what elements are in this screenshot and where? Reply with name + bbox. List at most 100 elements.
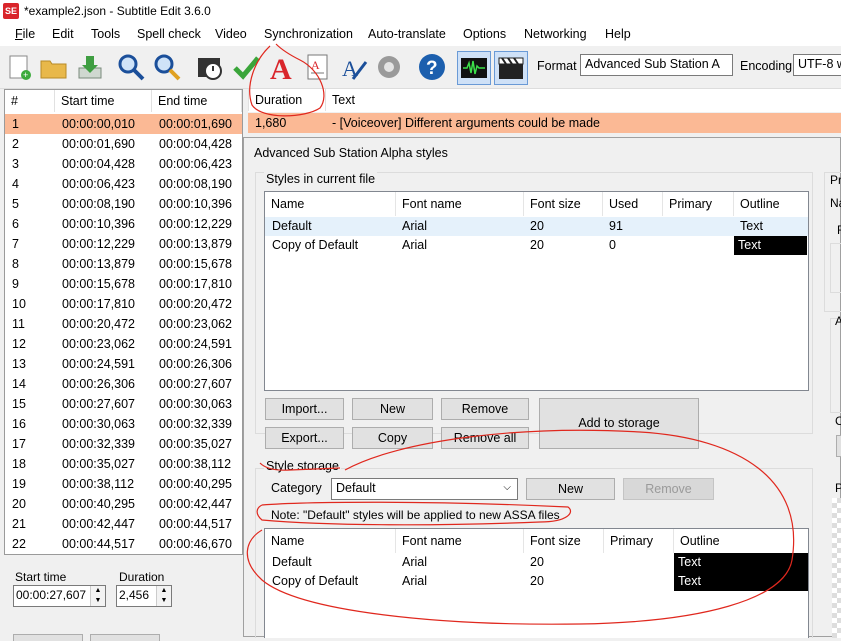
grid-header-duration[interactable]: Duration xyxy=(248,89,326,111)
video-icon[interactable] xyxy=(494,51,528,85)
table-row[interactable]: 4 00:00:06,423 00:00:08,190 xyxy=(5,174,242,194)
download-icon[interactable] xyxy=(74,51,106,83)
export-button[interactable]: Export... xyxy=(265,427,344,449)
visual-sync-icon[interactable] xyxy=(194,51,226,83)
current-styles-list[interactable]: Name Font name Font size Used Primary Ou… xyxy=(264,191,809,391)
format-select[interactable]: Advanced Sub Station A xyxy=(580,54,733,76)
grid-header-number[interactable]: # xyxy=(5,90,55,112)
grid-header-end[interactable]: End time xyxy=(152,90,242,112)
col-name[interactable]: Name xyxy=(265,529,396,553)
style-outline: Text xyxy=(674,572,808,591)
storage-new-button[interactable]: New xyxy=(526,478,615,500)
row-end-time: 00:00:24,591 xyxy=(159,337,232,351)
table-row[interactable]: 17 00:00:32,339 00:00:35,027 xyxy=(5,434,242,454)
col-name[interactable]: Name xyxy=(265,192,396,216)
table-row[interactable]: 11 00:00:20,472 00:00:23,062 xyxy=(5,314,242,334)
table-row[interactable]: 10 00:00:17,810 00:00:20,472 xyxy=(5,294,242,314)
style-size: 20 xyxy=(530,219,544,233)
storage-row[interactable]: Copy of Default Arial 20 Text xyxy=(265,572,808,591)
remove-style-button[interactable]: Remove xyxy=(441,398,529,420)
style-name: Default xyxy=(272,555,312,569)
storage-styles-list[interactable]: Name Font name Font size Primary Outline… xyxy=(264,528,809,638)
copy-style-button[interactable]: Copy xyxy=(352,427,433,449)
row-start-time: 00:00:00,010 xyxy=(62,117,135,131)
text-file-icon[interactable]: A xyxy=(302,51,334,83)
remove-all-button[interactable]: Remove all xyxy=(441,427,529,449)
col-font-size[interactable]: Font size xyxy=(524,192,603,216)
partial-button[interactable] xyxy=(90,634,160,641)
duration-input[interactable]: 2,456 ▲ ▼ xyxy=(116,585,172,607)
table-row[interactable]: 21 00:00:42,447 00:00:44,517 xyxy=(5,514,242,534)
storage-row[interactable]: Default Arial 20 Text xyxy=(265,553,808,572)
menu-networking[interactable]: Networking xyxy=(524,27,587,41)
col-primary[interactable]: Primary xyxy=(663,192,734,216)
col-font-name[interactable]: Font name xyxy=(396,529,524,553)
table-row[interactable]: 20 00:00:40,295 00:00:42,447 xyxy=(5,494,242,514)
table-row[interactable]: 5 00:00:08,190 00:00:10,396 xyxy=(5,194,242,214)
grid-header-start[interactable]: Start time xyxy=(55,90,152,112)
add-to-storage-button[interactable]: Add to storage xyxy=(539,398,699,449)
replace-icon[interactable] xyxy=(151,51,183,83)
menu-spell-check[interactable]: Spell check xyxy=(137,27,201,41)
edit-text-icon[interactable]: A xyxy=(338,51,370,83)
table-row[interactable]: 2 00:00:01,690 00:00:04,428 xyxy=(5,134,242,154)
table-row[interactable]: 7 00:00:12,229 00:00:13,879 xyxy=(5,234,242,254)
encoding-select[interactable]: UTF-8 w xyxy=(793,54,841,76)
waveform-icon[interactable] xyxy=(457,51,491,85)
import-button[interactable]: Import... xyxy=(265,398,344,420)
start-time-input[interactable]: 00:00:27,607 ▲ ▼ xyxy=(13,585,106,607)
col-primary[interactable]: Primary xyxy=(604,529,674,553)
settings-icon[interactable] xyxy=(373,51,405,83)
selected-row-extension[interactable]: 1,680 - [Voiceover] Different arguments … xyxy=(248,113,841,133)
col-font-name[interactable]: Font name xyxy=(396,192,524,216)
category-select[interactable]: Default ⌵ xyxy=(331,478,518,500)
table-row[interactable]: 9 00:00:15,678 00:00:17,810 xyxy=(5,274,242,294)
table-row[interactable]: 6 00:00:10,396 00:00:12,229 xyxy=(5,214,242,234)
find-icon[interactable] xyxy=(115,51,147,83)
menu-auto-translate[interactable]: Auto-translate xyxy=(368,27,446,41)
col-outline[interactable]: Outline xyxy=(734,192,808,216)
table-row[interactable]: 16 00:00:30,063 00:00:32,339 xyxy=(5,414,242,434)
row-duration: 1,680 xyxy=(255,116,287,130)
menu-file[interactable]: File xyxy=(15,27,35,41)
row-start-time: 00:00:42,447 xyxy=(62,517,135,531)
new-style-button[interactable]: New xyxy=(352,398,433,420)
style-row[interactable]: Default Arial 20 91 Text xyxy=(265,217,808,236)
table-row[interactable]: 13 00:00:24,591 00:00:26,306 xyxy=(5,354,242,374)
col-used[interactable]: Used xyxy=(603,192,663,216)
color-button[interactable] xyxy=(836,435,841,457)
table-row[interactable]: 14 00:00:26,306 00:00:27,607 xyxy=(5,374,242,394)
new-file-icon[interactable]: + xyxy=(3,51,35,83)
row-start-time: 00:00:27,607 xyxy=(62,397,135,411)
spin-arrows-icon[interactable]: ▲ ▼ xyxy=(156,586,171,606)
table-row[interactable]: 15 00:00:27,607 00:00:30,063 xyxy=(5,394,242,414)
table-row[interactable]: 19 00:00:38,112 00:00:40,295 xyxy=(5,474,242,494)
spell-check-icon[interactable] xyxy=(230,51,262,83)
help-icon[interactable]: ? xyxy=(416,51,448,83)
spin-arrows-icon[interactable]: ▲ ▼ xyxy=(90,586,105,606)
storage-remove-button[interactable]: Remove xyxy=(623,478,714,500)
grid-header-text[interactable]: Text xyxy=(326,89,526,111)
text-style-icon[interactable]: A xyxy=(266,51,298,83)
properties-label: Pr xyxy=(830,173,841,187)
style-row[interactable]: Copy of Default Arial 20 0 Text xyxy=(265,236,808,255)
table-row[interactable]: 12 00:00:23,062 00:00:24,591 xyxy=(5,334,242,354)
menu-tools[interactable]: Tools xyxy=(91,27,120,41)
menu-options[interactable]: Options xyxy=(463,27,506,41)
partial-button[interactable] xyxy=(13,634,83,641)
col-outline[interactable]: Outline xyxy=(674,529,808,553)
menu-bar: File Edit Tools Spell check Video Synchr… xyxy=(0,22,841,46)
table-row[interactable]: 3 00:00:04,428 00:00:06,423 xyxy=(5,154,242,174)
table-row[interactable]: 8 00:00:13,879 00:00:15,678 xyxy=(5,254,242,274)
menu-edit[interactable]: Edit xyxy=(52,27,74,41)
col-font-size[interactable]: Font size xyxy=(524,529,604,553)
menu-synchronization[interactable]: Synchronization xyxy=(264,27,353,41)
table-row[interactable]: 1 00:00:00,010 00:00:01,690 xyxy=(5,114,242,134)
menu-video[interactable]: Video xyxy=(215,27,247,41)
table-row[interactable]: 18 00:00:35,027 00:00:38,112 xyxy=(5,454,242,474)
menu-help[interactable]: Help xyxy=(605,27,631,41)
app-icon: SE xyxy=(3,3,19,19)
table-row[interactable]: 22 00:00:44,517 00:00:46,670 xyxy=(5,534,242,554)
open-folder-icon[interactable] xyxy=(38,51,70,83)
storage-note: Note: "Default" styles will be applied t… xyxy=(271,508,560,522)
